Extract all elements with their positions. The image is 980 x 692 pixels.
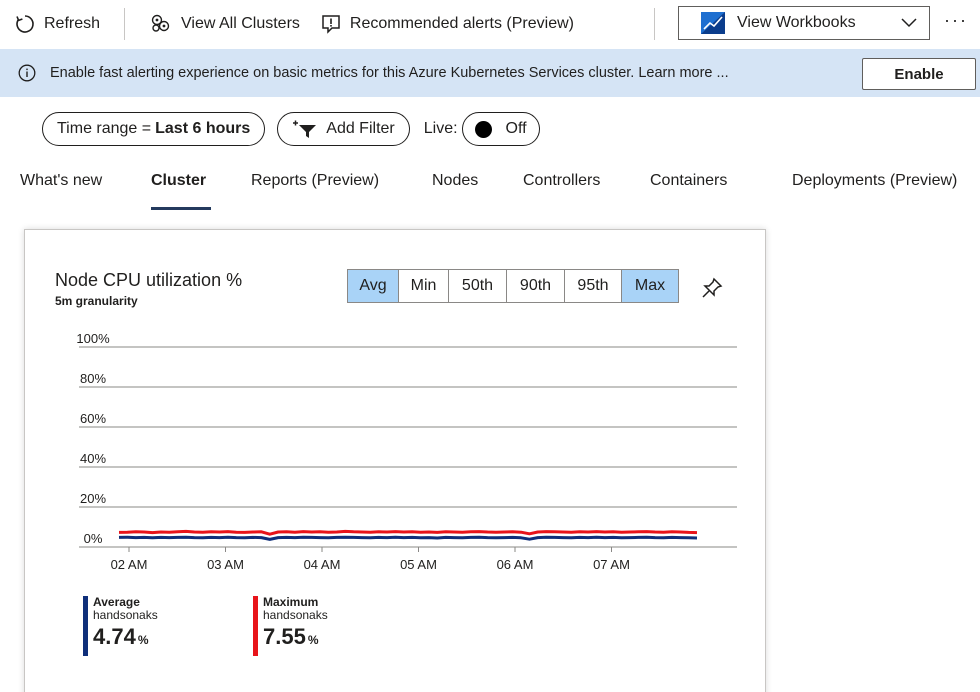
legend-item-average: Average handsonaks 4.74% <box>83 596 158 656</box>
view-workbooks-label: View Workbooks <box>737 14 856 31</box>
legend-unit: % <box>307 633 319 647</box>
x-tick-label: 03 AM <box>207 557 244 572</box>
view-workbooks-dropdown[interactable]: View Workbooks <box>678 6 930 40</box>
more-options-button[interactable]: ··· <box>944 10 968 31</box>
refresh-label: Refresh <box>44 15 101 32</box>
tab-cluster[interactable]: Cluster <box>151 172 206 190</box>
y-tick-label: 60% <box>80 411 106 426</box>
y-tick-label: 0% <box>84 531 103 546</box>
y-tick-label: 40% <box>80 451 106 466</box>
node-cpu-card: Node CPU utilization % 5m granularity Av… <box>24 229 766 692</box>
tab-whats-new[interactable]: What's new <box>20 172 102 190</box>
enable-button[interactable]: Enable <box>862 58 976 90</box>
time-range-prefix: Time range = <box>57 120 152 137</box>
x-tick-label: 06 AM <box>497 557 534 572</box>
legend-item-maximum: Maximum handsonaks 7.55% <box>253 596 328 656</box>
legend-color-average <box>83 596 88 656</box>
live-label: Live: <box>423 120 458 137</box>
legend-color-maximum <box>253 596 258 656</box>
tab-controllers[interactable]: Controllers <box>523 172 600 190</box>
x-tick-label: 05 AM <box>400 557 437 572</box>
cpu-line-chart: 0% 20% 40% 60% 80% 100% 02 AM 03 AM 04 AM 05 AM 06… <box>76 331 737 572</box>
legend-value: 7.55 <box>263 624 306 649</box>
time-range-value: Last 6 hours <box>155 120 251 137</box>
refresh-button[interactable]: Refresh <box>14 0 100 48</box>
toolbar-divider <box>124 8 126 40</box>
chevron-down-icon <box>901 18 917 28</box>
y-tick-label: 20% <box>80 491 106 506</box>
x-tick-label: 07 AM <box>593 557 630 572</box>
legend-value-average: 4.74% <box>93 622 158 655</box>
refresh-icon <box>16 15 34 33</box>
legend-value-maximum: 7.55% <box>263 622 328 655</box>
time-range-pill[interactable]: Time range = Last 6 hours <box>42 112 266 146</box>
series-line-average <box>118 535 698 541</box>
legend-sub: handsonaks <box>263 608 328 622</box>
recommended-alerts-button[interactable]: Recommended alerts (Preview) <box>320 0 574 48</box>
active-tab-indicator <box>151 207 211 210</box>
add-filter-icon <box>293 120 317 138</box>
y-tick-label: 100% <box>76 331 110 346</box>
clusters-icon <box>151 14 170 32</box>
legend-unit: % <box>137 633 149 647</box>
x-tick-label: 04 AM <box>304 557 341 572</box>
live-state: Off <box>505 120 527 137</box>
live-status-dot <box>474 120 492 138</box>
tab-nodes[interactable]: Nodes <box>432 172 478 190</box>
alert-icon <box>322 15 340 34</box>
add-filter-label: Add Filter <box>326 120 395 137</box>
series-line-maximum <box>118 529 698 536</box>
tab-containers[interactable]: Containers <box>650 172 727 190</box>
y-tick-label: 80% <box>80 371 106 386</box>
live-toggle[interactable]: Off <box>461 112 540 146</box>
workbook-icon <box>701 12 725 34</box>
recommended-alerts-label: Recommended alerts (Preview) <box>349 15 574 32</box>
legend-sub: handsonaks <box>93 608 158 622</box>
x-tick-label: 02 AM <box>111 557 148 572</box>
tab-deployments-preview[interactable]: Deployments (Preview) <box>792 172 957 190</box>
toolbar-divider <box>654 8 655 40</box>
legend-value: 4.74 <box>93 624 136 649</box>
info-icon <box>18 64 36 82</box>
tab-reports-preview[interactable]: Reports (Preview) <box>251 172 379 190</box>
filter-bar: Time range = Last 6 hours Add Filter Liv… <box>42 112 540 146</box>
banner-text[interactable]: Enable fast alerting experience on basic… <box>50 65 980 81</box>
add-filter-button[interactable]: Add Filter <box>277 112 410 146</box>
view-all-clusters-button[interactable]: View All Clusters <box>149 0 300 48</box>
view-all-clusters-label: View All Clusters <box>181 15 300 32</box>
fast-alerting-banner: Enable fast alerting experience on basic… <box>0 49 980 97</box>
